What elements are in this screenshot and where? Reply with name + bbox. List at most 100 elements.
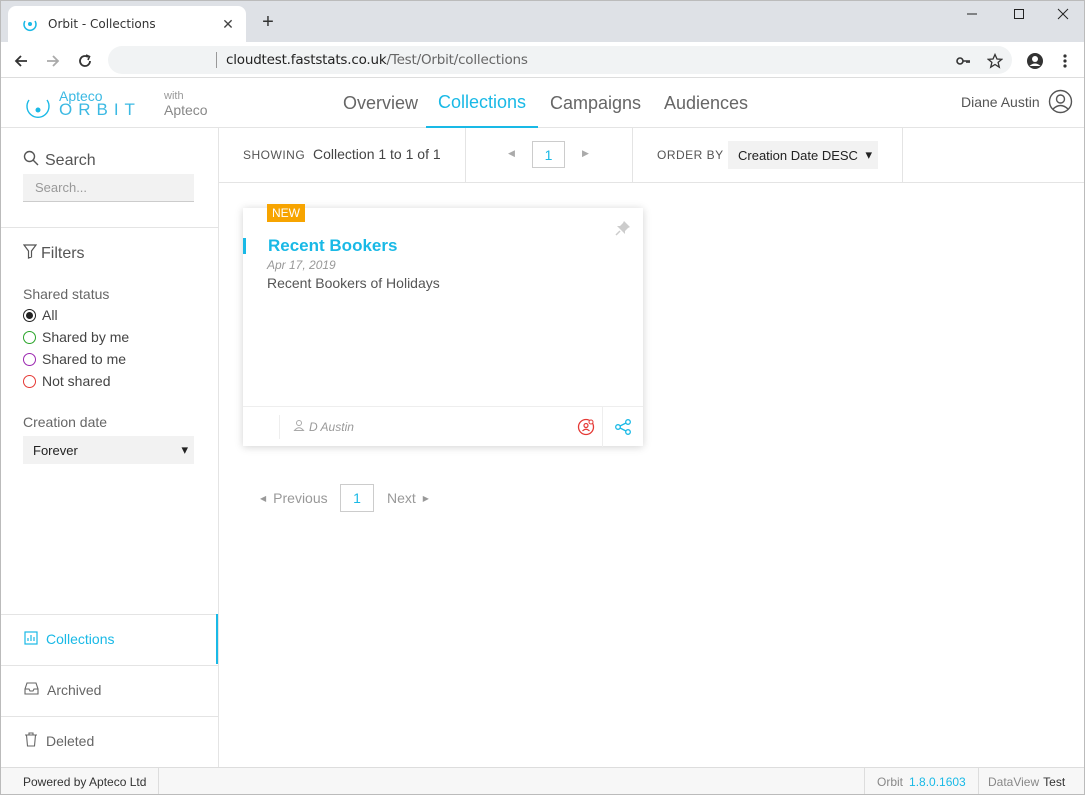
creation-date-value: Forever (33, 442, 78, 458)
sidebar-item-label: Deleted (46, 733, 95, 749)
nav-campaigns[interactable]: Campaigns (550, 78, 641, 128)
tab-title: Orbit - Collections (48, 17, 156, 31)
sidebar-item-archived[interactable]: Archived (0, 665, 218, 715)
address-separator (216, 52, 217, 68)
prev-page-icon[interactable]: ◀ (508, 148, 515, 159)
address-bar[interactable]: cloudtest.faststats.co.uk/Test/Orbit/col… (108, 46, 1012, 74)
orbit-favicon-icon (22, 16, 38, 32)
new-tab-button[interactable]: + (258, 11, 278, 33)
next-arrow-icon: ▶ (422, 493, 429, 503)
browser-tabstrip: Orbit - Collections ✕ + (0, 0, 1085, 42)
bookmark-star-icon[interactable] (986, 52, 1004, 70)
creation-date-label: Creation date (23, 414, 108, 430)
close-tab-icon[interactable]: ✕ (220, 16, 236, 32)
sidebar-item-deleted[interactable]: Deleted (0, 716, 218, 766)
pager-page-box[interactable]: 1 (340, 484, 374, 512)
dataview-info: DataView Test (988, 768, 1065, 795)
next-page-icon[interactable]: ▶ (582, 148, 589, 159)
radio-shared-by-me[interactable]: Shared by me (23, 329, 129, 345)
radio-all[interactable]: All (23, 307, 58, 323)
toolbar-divider (902, 128, 903, 183)
nav-overview[interactable]: Overview (343, 78, 418, 128)
reload-icon[interactable] (73, 49, 97, 73)
next-label: Next (387, 490, 416, 506)
dataview-label: DataView (988, 775, 1040, 789)
toolbar-divider (465, 128, 466, 183)
card-date: Apr 17, 2019 (267, 258, 336, 272)
radio-label: Shared by me (42, 329, 130, 345)
search-heading: Search (23, 150, 96, 171)
showing-label: SHOWING (243, 148, 306, 162)
dropdown-arrow-icon: ▾ (865, 147, 872, 162)
radio-button[interactable] (23, 308, 36, 322)
minimize-icon[interactable] (949, 0, 995, 28)
collection-card[interactable]: NEW Recent Bookers Apr 17, 2019 Recent B… (243, 204, 643, 447)
card-description: Recent Bookers of Holidays (267, 275, 440, 291)
radio-button[interactable] (23, 352, 36, 366)
profile-icon[interactable] (1023, 49, 1047, 73)
user-avatar-icon[interactable] (1048, 89, 1073, 114)
new-badge: NEW (267, 204, 305, 222)
radio-button[interactable] (23, 374, 36, 388)
user-name[interactable]: Diane Austin (961, 94, 1040, 110)
back-arrow-icon[interactable] (9, 49, 33, 73)
sidebar-item-collections[interactable]: Collections (0, 614, 218, 664)
orbit-logo-icon (26, 99, 50, 119)
share-icon[interactable] (613, 417, 633, 437)
filters-heading: Filters (22, 244, 85, 264)
search-icon (23, 150, 39, 171)
page-number-box[interactable]: 1 (532, 141, 565, 168)
order-by-select[interactable]: Creation Date DESC ▾ (728, 141, 878, 169)
nav-collections[interactable]: Collections (426, 78, 538, 128)
radio-label: Not shared (42, 373, 111, 389)
order-by-label: ORDER BY (657, 148, 724, 162)
dataview-value: Test (1043, 775, 1066, 789)
filter-icon (22, 244, 38, 264)
forward-arrow-icon[interactable] (41, 49, 65, 73)
close-window-icon[interactable] (1040, 0, 1085, 28)
toolbar-divider (632, 128, 633, 183)
previous-label: Previous (273, 490, 328, 506)
app-name: Orbit (877, 775, 904, 789)
sidebar-item-label: Archived (47, 682, 102, 698)
inbox-icon (24, 682, 39, 698)
browser-menu-icon[interactable] (1053, 49, 1077, 73)
radio-not-shared[interactable]: Not shared (23, 373, 110, 389)
card-title[interactable]: Recent Bookers (268, 236, 397, 256)
with-apteco-label: Apteco (164, 102, 208, 118)
showing-text: Collection 1 to 1 of 1 (313, 146, 441, 162)
trash-icon (24, 732, 38, 750)
order-by-value: Creation Date DESC (738, 147, 858, 163)
app-header: Apteco ORBIT with Apteco Overview Collec… (0, 78, 1085, 128)
powered-by[interactable]: Powered by Apteco Ltd (0, 768, 160, 795)
owner-name: D Austin (309, 419, 354, 434)
radio-label: All (42, 307, 58, 323)
collections-toolbar: SHOWING Collection 1 to 1 of 1 ◀ 1 ▶ ORD… (219, 128, 1085, 183)
not-shared-icon[interactable] (576, 417, 596, 437)
filters-label: Filters (41, 245, 85, 262)
nav-audiences[interactable]: Audiences (664, 78, 748, 128)
dropdown-arrow-icon: ▾ (181, 442, 188, 457)
version-info: Orbit 1.8.0.1603 (864, 768, 979, 795)
app-version: 1.8.0.1603 (909, 775, 966, 789)
card-footer: D Austin (243, 406, 643, 447)
card-owner: D Austin (293, 419, 354, 434)
footer-divider (279, 415, 280, 439)
search-label: Search (45, 151, 96, 169)
creation-date-select[interactable]: Forever ▾ (23, 436, 194, 464)
previous-page-link[interactable]: ◀ Previous (260, 484, 328, 512)
key-icon[interactable] (954, 52, 972, 70)
radio-shared-to-me[interactable]: Shared to me (23, 351, 126, 367)
url-text: cloudtest.faststats.co.uk/Test/Orbit/col… (226, 52, 528, 68)
radio-button[interactable] (23, 330, 36, 344)
next-page-link[interactable]: Next ▶ (387, 484, 429, 512)
sidebar-divider (0, 227, 218, 228)
search-input[interactable] (23, 174, 194, 202)
with-label: with (164, 90, 184, 102)
footer-divider (602, 407, 603, 447)
maximize-icon[interactable] (996, 0, 1042, 28)
sidebar: Search Filters Shared status All Shared … (0, 128, 219, 767)
browser-tab[interactable]: Orbit - Collections ✕ (8, 6, 246, 42)
app-footer: Powered by Apteco Ltd Orbit 1.8.0.1603 D… (0, 767, 1085, 795)
pin-icon[interactable] (615, 220, 631, 236)
